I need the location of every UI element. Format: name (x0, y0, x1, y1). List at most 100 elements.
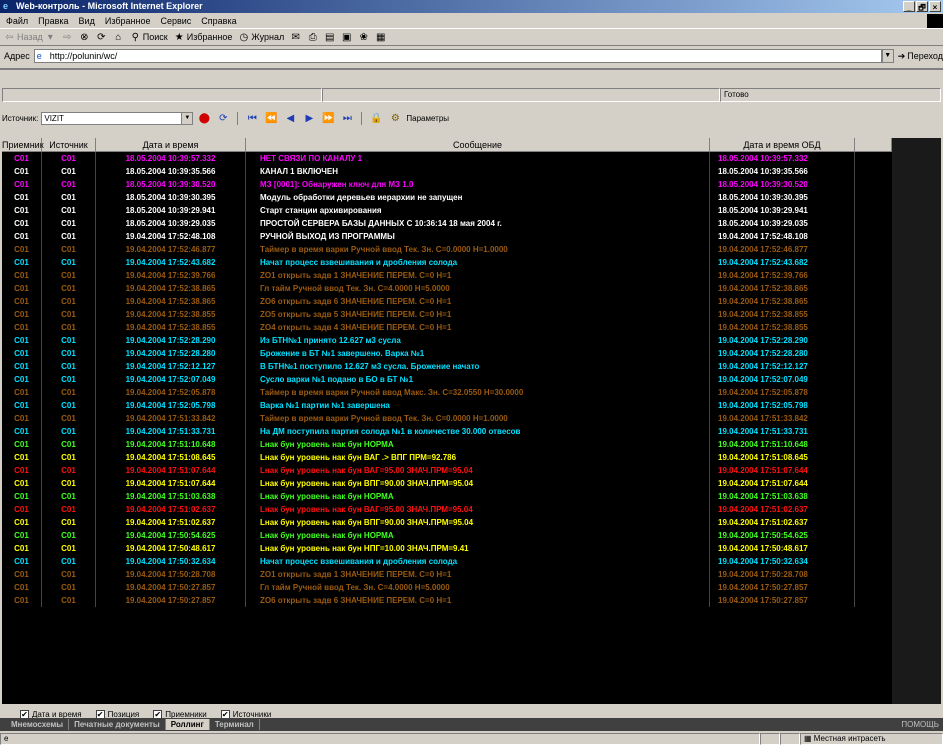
table-row[interactable]: C01 C01 19.04.2004 17:52:38.865 Гл тайм Руч… (2, 282, 892, 295)
table-row[interactable]: C01 C01 19.04.2004 17:50:28.708 ZO1 открыть… (2, 568, 892, 581)
maximize-button[interactable]: 🗗 (916, 1, 928, 12)
header-message[interactable]: Сообщение (246, 138, 710, 152)
separator (361, 111, 363, 125)
print-button[interactable]: ⎙ (307, 32, 318, 43)
fast-forward-icon[interactable]: ⏩ (320, 111, 336, 125)
table-row[interactable]: C01 C01 18.05.2004 10:39:29.035 ПРОСТОЙ СЕР… (2, 217, 892, 230)
header-receiver[interactable]: Приемник (2, 138, 44, 152)
favorites-button[interactable]: ★ Избранное (174, 32, 233, 43)
cell-message: ПРОСТОЙ СЕРВЕРА БАЗЫ ДАННЫХ С 10:36:14 1… (246, 217, 710, 230)
table-row[interactable]: C01 C01 19.04.2004 17:51:02.637 Lнак бун ур… (2, 516, 892, 529)
table-row[interactable]: C01 C01 19.04.2004 17:51:07.644 Lнак бун ур… (2, 464, 892, 477)
home-button[interactable]: ⌂ (113, 32, 124, 43)
table-row[interactable]: C01 C01 19.04.2004 17:52:43.682 Начат проце… (2, 256, 892, 269)
table-row[interactable]: C01 C01 19.04.2004 17:50:27.857 ZO6 открыть… (2, 594, 892, 607)
table-row[interactable]: C01 C01 19.04.2004 17:52:39.766 ZO1 открыть… (2, 269, 892, 282)
table-row[interactable]: C01 C01 19.04.2004 17:52:48.108 РУЧНОЙ ВЫХО… (2, 230, 892, 243)
help-link[interactable]: ПОМОЩЬ (901, 720, 939, 729)
stop-icon[interactable]: ⬤ (196, 111, 212, 125)
table-row[interactable]: C01 C01 18.05.2004 10:39:30.395 Модуль обра… (2, 191, 892, 204)
close-button[interactable]: × (929, 1, 941, 12)
discuss-button[interactable]: ▣ (341, 32, 352, 43)
refresh-button[interactable]: ⟳ (96, 32, 107, 43)
table-row[interactable]: C01 C01 19.04.2004 17:50:32.634 Начат проце… (2, 555, 892, 568)
params-button[interactable]: Параметры (406, 114, 449, 123)
table-row[interactable]: C01 C01 19.04.2004 17:52:38.865 ZO6 открыть… (2, 295, 892, 308)
table-row[interactable]: C01 C01 19.04.2004 17:51:07.644 Lнак бун ур… (2, 477, 892, 490)
menu-tools[interactable]: Сервис (160, 16, 191, 26)
cell-source: C01 (42, 295, 96, 308)
menu-file[interactable]: Файл (6, 16, 28, 26)
table-row[interactable]: C01 C01 19.04.2004 17:50:27.857 Гл тайм Руч… (2, 581, 892, 594)
table-row[interactable]: C01 C01 19.04.2004 17:52:28.280 Брожение в … (2, 347, 892, 360)
header-obd-datetime[interactable]: Дата и время ОБД (710, 138, 855, 152)
menu-help[interactable]: Справка (201, 16, 236, 26)
forward-icon[interactable]: ▶ (301, 111, 317, 125)
table-row[interactable]: C01 C01 19.04.2004 17:52:38.855 ZO4 открыть… (2, 321, 892, 334)
address-dropdown-button[interactable]: ▼ (881, 49, 894, 63)
lock-icon[interactable]: 🔒 (368, 111, 384, 125)
tools-button[interactable]: ▦ (375, 32, 386, 43)
table-row[interactable]: C01 C01 18.05.2004 10:39:57.332 НЕТ СВЯЗИ П… (2, 152, 892, 165)
table-row[interactable]: C01 C01 19.04.2004 17:51:33.731 На ДМ посту… (2, 425, 892, 438)
back-button[interactable]: ⇦ Назад ▾ (4, 32, 56, 43)
table-row[interactable]: C01 C01 19.04.2004 17:52:05.798 Варка №1 па… (2, 399, 892, 412)
cell-receiver: C01 (2, 451, 42, 464)
go-button[interactable]: ➔ Переход (898, 51, 943, 62)
table-row[interactable]: C01 C01 19.04.2004 17:52:38.855 ZO5 открыть… (2, 308, 892, 321)
settings-icon[interactable]: ⚙ (387, 111, 403, 125)
cell-datetime: 18.05.2004 10:39:29.035 (96, 217, 246, 230)
cell-datetime: 18.05.2004 10:39:29.941 (96, 204, 246, 217)
cell-message: НЕТ СВЯЗИ ПО КАНАЛУ 1 (246, 152, 710, 165)
table-row[interactable]: C01 C01 18.05.2004 10:39:30.520 МЗ [0001]: … (2, 178, 892, 191)
table-row[interactable]: C01 C01 19.04.2004 17:50:54.625 Lнак бун ур… (2, 529, 892, 542)
header-datetime[interactable]: Дата и время (96, 138, 246, 152)
cell-source: C01 (42, 282, 96, 295)
fast-back-icon[interactable]: ⏪ (263, 111, 279, 125)
tab-print-docs[interactable]: Печатные документы (69, 719, 166, 730)
cell-receiver: C01 (2, 516, 42, 529)
header-source[interactable]: Источник (42, 138, 96, 152)
table-row[interactable]: C01 C01 19.04.2004 17:52:46.877 Таймер в вр… (2, 243, 892, 256)
last-page-icon[interactable]: ⏭ (339, 111, 355, 125)
menu-view[interactable]: Вид (79, 16, 95, 26)
table-row[interactable]: C01 C01 18.05.2004 10:39:35.566 КАНАЛ 1 ВКЛ… (2, 165, 892, 178)
table-row[interactable]: C01 C01 19.04.2004 17:51:03.638 Lнак бун ур… (2, 490, 892, 503)
tab-terminal[interactable]: Терминал (210, 719, 260, 730)
table-row[interactable]: C01 C01 19.04.2004 17:51:08.645 Lнак бун ур… (2, 451, 892, 464)
cell-receiver: C01 (2, 399, 42, 412)
table-row[interactable]: C01 C01 19.04.2004 17:51:02.637 Lнак бун ур… (2, 503, 892, 516)
history-button[interactable]: ◷ Журнал (238, 32, 285, 43)
menu-favorites[interactable]: Избранное (105, 16, 151, 26)
table-scroll-area[interactable] (892, 138, 941, 704)
tab-mnemoschemes[interactable]: Мнемосхемы (6, 719, 70, 730)
browser-status-bar: e ▦ Местная интрасеть (0, 733, 943, 745)
edit-button[interactable]: ▤ (324, 32, 335, 43)
source-select[interactable]: VIZIT ▼ (41, 111, 194, 125)
cell-obd-datetime: 19.04.2004 17:51:07.644 (710, 464, 855, 477)
refresh-icon[interactable]: ⟳ (215, 111, 231, 125)
first-page-icon[interactable]: ⏮ (244, 111, 260, 125)
table-row[interactable]: C01 C01 19.04.2004 17:52:28.290 Из БТН№1 пр… (2, 334, 892, 347)
table-row[interactable]: C01 C01 18.05.2004 10:39:29.941 Старт станц… (2, 204, 892, 217)
table-row[interactable]: C01 C01 19.04.2004 17:52:07.049 Сусло варки… (2, 373, 892, 386)
cell-obd-datetime: 19.04.2004 17:52:28.290 (710, 334, 855, 347)
tab-rolling[interactable]: Роллинг (165, 719, 210, 730)
table-row[interactable]: C01 C01 19.04.2004 17:51:33.842 Таймер в вр… (2, 412, 892, 425)
table-row[interactable]: C01 C01 19.04.2004 17:50:48.617 Lнак бун ур… (2, 542, 892, 555)
cell-source: C01 (42, 347, 96, 360)
address-field[interactable]: e http://polunin/wc/ (33, 49, 882, 63)
table-row[interactable]: C01 C01 19.04.2004 17:52:12.127 В БТН№1 пос… (2, 360, 892, 373)
menu-edit[interactable]: Правка (38, 16, 68, 26)
messenger-button[interactable]: ❀ (358, 32, 369, 43)
back-icon[interactable]: ◀ (282, 111, 298, 125)
table-row[interactable]: C01 C01 19.04.2004 17:52:05.878 Таймер в вр… (2, 386, 892, 399)
stop-button[interactable]: ⊗ (79, 32, 90, 43)
forward-button[interactable]: ⇨ (62, 32, 73, 43)
cell-obd-datetime: 19.04.2004 17:50:32.634 (710, 555, 855, 568)
mail-button[interactable]: ✉ (290, 32, 301, 43)
cell-receiver: C01 (2, 295, 42, 308)
table-row[interactable]: C01 C01 19.04.2004 17:51:10.648 Lнак бун ур… (2, 438, 892, 451)
minimize-button[interactable]: _ (903, 1, 915, 12)
search-button[interactable]: ⚲ Поиск (130, 32, 168, 43)
